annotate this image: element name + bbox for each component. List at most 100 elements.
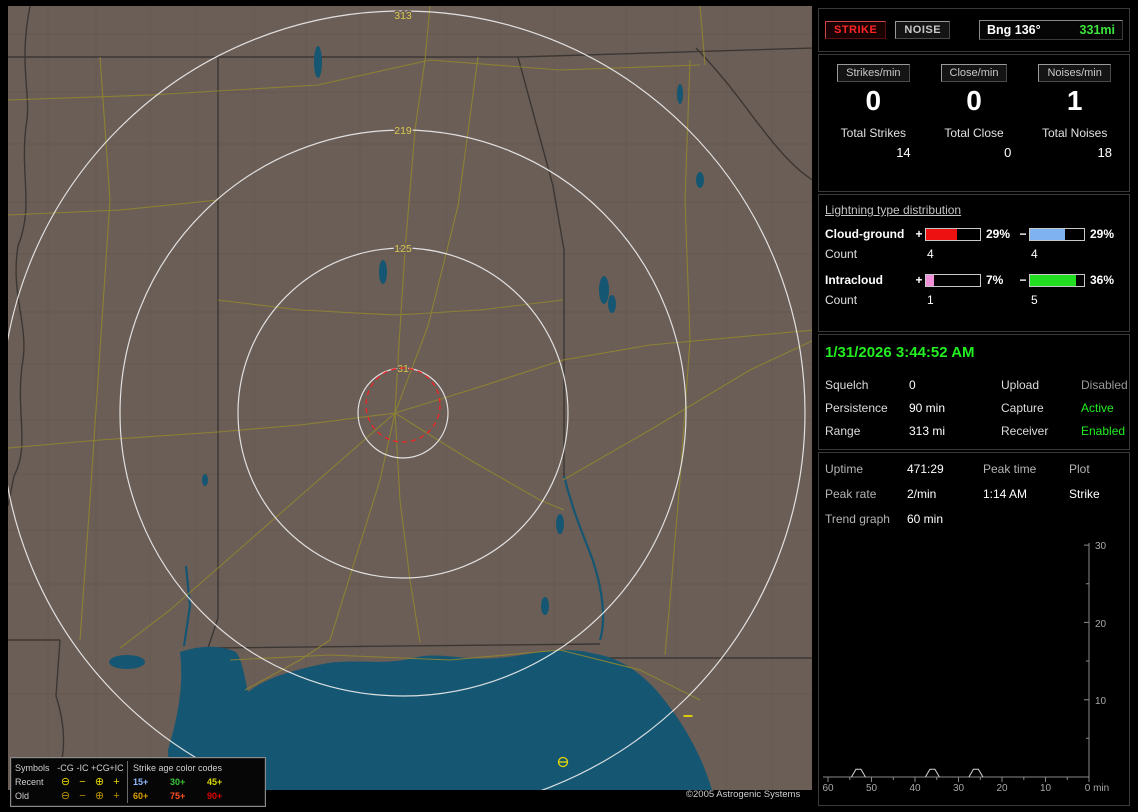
strikes-per-min-value: 0 bbox=[865, 85, 882, 116]
total-strikes-label: Total Strikes bbox=[840, 126, 907, 141]
svg-text:30: 30 bbox=[953, 783, 965, 793]
lightning-monitor-app: 313 219 125 31 Symbols -CG -IC +CG +IC S… bbox=[0, 0, 1138, 812]
cg-negative-old-icon: ⊖ bbox=[60, 790, 71, 802]
noises-per-min-button[interactable]: Noises/min bbox=[1038, 64, 1111, 82]
legend-row-old-label: Old bbox=[15, 791, 30, 801]
plot-label: Plot bbox=[1069, 462, 1090, 476]
intracloud-row: Intracloud + 7% − 36% bbox=[825, 273, 1123, 287]
plot-value: Strike bbox=[1069, 487, 1100, 501]
trend-axes bbox=[823, 543, 1090, 778]
receiver-status: Enabled bbox=[1081, 424, 1126, 438]
ic-positive-old-icon: + bbox=[113, 790, 120, 802]
svg-text:10: 10 bbox=[1040, 783, 1052, 793]
noise-mode-button[interactable]: NOISE bbox=[895, 21, 951, 39]
close-counter-column: Close/min 0 Total Close 0 bbox=[924, 64, 1025, 191]
svg-text:20: 20 bbox=[996, 783, 1008, 793]
legend-header-neg-ic: -IC bbox=[76, 763, 89, 773]
cg-positive-old-icon: ⊕ bbox=[94, 790, 105, 802]
age-45: 45+ bbox=[207, 777, 223, 787]
svg-text:30: 30 bbox=[1095, 541, 1107, 552]
copyright-text: ©2005 Astrogenic Systems bbox=[686, 789, 801, 800]
count-label: Count bbox=[825, 247, 858, 261]
strike-legend: Symbols -CG -IC +CG +IC Strike age color… bbox=[10, 757, 266, 807]
cg-positive-bar bbox=[925, 227, 981, 241]
legend-row-recent-label: Recent bbox=[15, 777, 44, 787]
close-per-min-button[interactable]: Close/min bbox=[940, 64, 1008, 82]
total-close-label: Total Close bbox=[944, 126, 1004, 141]
map-area[interactable]: 313 219 125 31 bbox=[0, 5, 815, 812]
legend-header-pos-cg: +CG bbox=[91, 763, 110, 773]
capture-label: Capture bbox=[1001, 401, 1044, 415]
minus-sign: − bbox=[1019, 227, 1027, 241]
close-per-min-value: 0 bbox=[966, 85, 982, 116]
ring-label-125: 125 bbox=[394, 243, 412, 255]
receiver-label: Receiver bbox=[1001, 424, 1049, 438]
svg-text:20: 20 bbox=[1095, 619, 1107, 630]
svg-text:50: 50 bbox=[866, 783, 878, 793]
uptime-label: Uptime bbox=[825, 462, 864, 476]
cloud-ground-row: Cloud-ground + 29% − 29% bbox=[825, 227, 1123, 241]
legend-symbols-header: Symbols bbox=[15, 763, 50, 773]
status-row: Squelch 0 Upload Disabled bbox=[825, 378, 1128, 392]
age-90: 90+ bbox=[207, 791, 223, 801]
ic-negative-bar bbox=[1029, 273, 1085, 287]
peak-time-label: Peak time bbox=[983, 462, 1037, 476]
map-canvas[interactable]: 313 219 125 31 bbox=[0, 5, 815, 812]
legend-header-neg-cg: -CG bbox=[57, 763, 74, 773]
ring-label-31: 31 bbox=[397, 363, 409, 375]
svg-text:60: 60 bbox=[822, 783, 834, 793]
svg-text:10: 10 bbox=[1095, 696, 1107, 707]
mode-toolbar: STRIKE NOISE Bng 136° 331mi bbox=[818, 8, 1130, 52]
cg-negative-count: 4 bbox=[1031, 247, 1038, 261]
cloud-ground-label: Cloud-ground bbox=[825, 227, 905, 241]
count-label: Count bbox=[825, 293, 858, 307]
strikes-per-min-button[interactable]: Strikes/min bbox=[837, 64, 910, 82]
trend-bars bbox=[827, 544, 1090, 782]
age-75: 75+ bbox=[170, 791, 186, 801]
age-30: 30+ bbox=[170, 777, 186, 787]
cloud-ground-count-row: Count 4 4 bbox=[825, 247, 1123, 261]
cg-negative-bar bbox=[1029, 227, 1085, 241]
cg-positive-pct: 29% bbox=[986, 227, 1011, 241]
legend-age-header: Strike age color codes bbox=[133, 763, 223, 773]
minus-sign: − bbox=[1019, 273, 1027, 287]
range-value: 313 mi bbox=[909, 424, 946, 438]
status-section: 1/31/2026 3:44:52 AM Squelch 0 Upload Di… bbox=[818, 334, 1130, 450]
stats-trend-section: Uptime 471:29 Peak time Plot Peak rate 2… bbox=[818, 452, 1130, 806]
strike-mode-button[interactable]: STRIKE bbox=[825, 21, 887, 39]
peak-rate-label: Peak rate bbox=[825, 487, 877, 501]
status-row: Persistence 90 min Capture Active bbox=[825, 401, 1123, 415]
datetime-display: 1/31/2026 3:44:52 AM bbox=[825, 344, 975, 361]
trend-tick-labels: 60 50 40 30 20 10 0 min 30 20 10 bbox=[822, 541, 1109, 794]
range-label: Range bbox=[825, 424, 861, 438]
strikes-counter-column: Strikes/min 0 Total Strikes 14 bbox=[823, 64, 924, 191]
ic-negative-pct: 36% bbox=[1090, 273, 1115, 287]
distribution-title: Lightning type distribution bbox=[825, 203, 962, 217]
ic-positive-recent-icon: + bbox=[113, 776, 120, 788]
cg-negative-pct: 29% bbox=[1090, 227, 1115, 241]
trend-graph: 60 50 40 30 20 10 0 min 30 20 10 bbox=[821, 535, 1131, 798]
ic-negative-old-icon: − bbox=[79, 790, 86, 802]
ic-positive-pct: 7% bbox=[986, 273, 1004, 287]
cg-negative-recent-icon: ⊖ bbox=[60, 776, 71, 788]
svg-text:0 min: 0 min bbox=[1085, 783, 1109, 793]
noises-per-min-value: 1 bbox=[1066, 85, 1083, 116]
total-close-value: 0 bbox=[1004, 145, 1012, 161]
ring-label-219: 219 bbox=[394, 125, 412, 137]
stats-row: Peak rate 2/min 1:14 AM Strike bbox=[825, 487, 1123, 501]
peak-rate-value: 2/min bbox=[907, 487, 937, 501]
svg-text:40: 40 bbox=[909, 783, 921, 793]
cg-positive-count: 4 bbox=[927, 247, 934, 261]
noises-counter-column: Noises/min 1 Total Noises 18 bbox=[1024, 64, 1125, 191]
squelch-label: Squelch bbox=[825, 378, 869, 392]
squelch-value: 0 bbox=[909, 378, 916, 392]
peak-time-value: 1:14 AM bbox=[983, 487, 1028, 501]
total-noises-value: 18 bbox=[1097, 145, 1113, 161]
trend-graph-canvas: 60 50 40 30 20 10 0 min 30 20 10 bbox=[822, 541, 1109, 794]
trend-graph-label: Trend graph bbox=[825, 512, 890, 526]
stats-row: Uptime 471:29 Peak time Plot bbox=[825, 462, 1123, 476]
plus-sign: + bbox=[915, 227, 923, 241]
upload-status: Disabled bbox=[1081, 378, 1128, 392]
uptime-value: 471:29 bbox=[907, 462, 944, 476]
ic-positive-bar bbox=[925, 273, 981, 287]
